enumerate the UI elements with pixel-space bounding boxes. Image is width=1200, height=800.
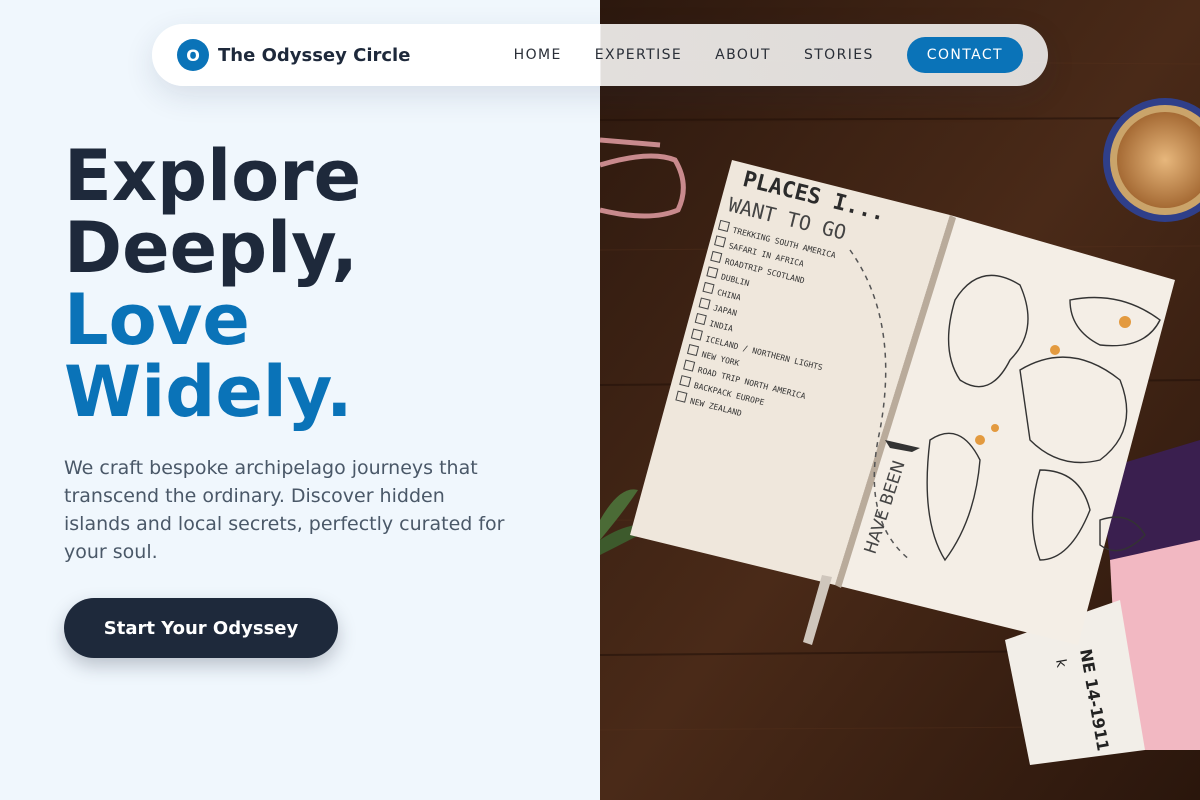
top-navbar: O The Odyssey Circle HOME EXPERTISE ABOU… <box>152 24 1048 86</box>
nav-stories[interactable]: STORIES <box>804 47 874 63</box>
brand-name: The Odyssey Circle <box>218 44 411 66</box>
nav-links: HOME EXPERTISE ABOUT STORIES CONTACT <box>514 37 1023 73</box>
hero-title-accent-line: Love <box>64 279 250 361</box>
brand-logo[interactable]: O The Odyssey Circle <box>177 39 410 71</box>
contact-button[interactable]: CONTACT <box>906 37 1023 73</box>
nav-home[interactable]: HOME <box>514 47 562 63</box>
logo-mark-icon: O <box>177 39 209 71</box>
hero-title-accent-line: Widely. <box>64 351 353 433</box>
hero-title-line: Deeply, <box>64 207 358 289</box>
nav-expertise[interactable]: EXPERTISE <box>595 47 682 63</box>
hero-title: Explore Deeply, Love Widely. <box>64 140 361 428</box>
hero-photo: NE 14-1911 k PLACES I... WANT TO GO TREK… <box>600 0 1200 800</box>
nav-about[interactable]: ABOUT <box>715 47 771 63</box>
start-odyssey-button[interactable]: Start Your Odyssey <box>64 598 338 658</box>
hero-title-line: Explore <box>64 135 362 217</box>
travel-journal-photo: NE 14-1911 k PLACES I... WANT TO GO TREK… <box>600 0 1200 800</box>
hero-description: We craft bespoke archipelago journeys th… <box>64 457 505 563</box>
